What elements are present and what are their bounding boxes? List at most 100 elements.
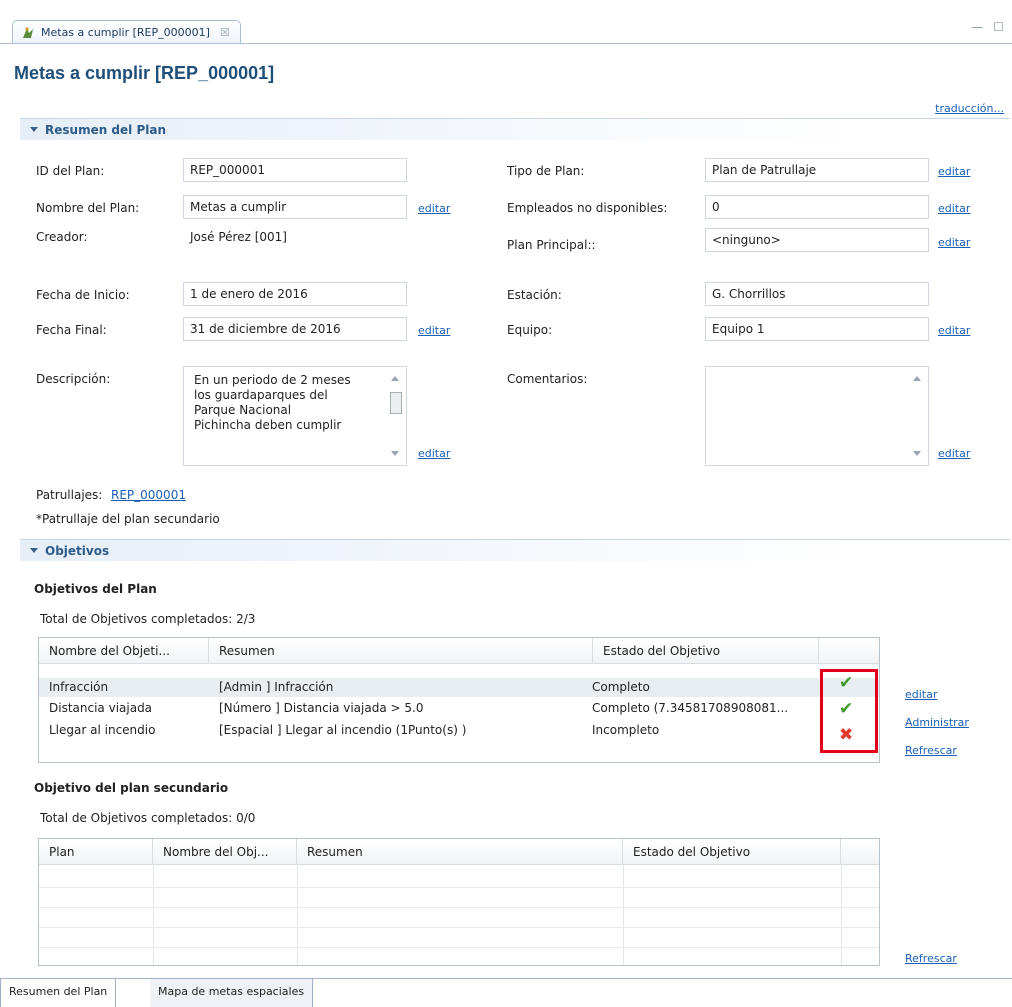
edit-plan-type-link[interactable]: editar [938, 165, 970, 178]
objective-summary: [Número ] Distancia viajada > 5.0 [219, 701, 424, 715]
plan-type-label: Tipo de Plan: [507, 164, 585, 178]
page-title: Metas a cumplir [REP_000001] [14, 63, 275, 83]
edit-team-link[interactable]: editar [938, 324, 970, 337]
sub-plan-objectives-total: Total de Objetivos completados: 0/0 [40, 811, 256, 825]
unavailable-employees-label: Empleados no disponibles: [507, 201, 668, 215]
start-date-field[interactable]: 1 de enero de 2016 [183, 282, 407, 306]
column-header-icon [819, 638, 879, 664]
end-date-label: Fecha Final: [36, 323, 107, 337]
section-plan-summary[interactable]: Resumen del Plan [20, 118, 1010, 140]
grid-line [39, 887, 879, 888]
parent-plan-field[interactable]: <ninguno> [705, 228, 929, 252]
comments-textarea[interactable] [705, 366, 929, 466]
column-header-status[interactable]: Estado del Objetivo [593, 638, 819, 664]
objective-status: Completo (7.34581708908081... [592, 701, 789, 715]
edit-dates-link[interactable]: editar [418, 324, 450, 337]
team-field[interactable]: Equipo 1 [705, 317, 929, 341]
plan-objectives-heading: Objetivos del Plan [34, 582, 157, 596]
table-row[interactable]: Infracción [Admin ] Infracción Completo [39, 678, 879, 697]
objective-summary: [Admin ] Infracción [219, 680, 334, 694]
edit-plan-name-link[interactable]: editar [418, 202, 450, 215]
column-header-summary[interactable]: Resumen [297, 839, 623, 865]
description-label: Descripción: [36, 372, 111, 386]
table-header: Nombre del Objeti... Resumen Estado del … [39, 638, 879, 664]
refresh-sub-objectives-link[interactable]: Refrescar [905, 952, 957, 965]
plan-type-field[interactable]: Plan de Patrullaje [705, 158, 929, 182]
description-textarea[interactable]: En un periodo de 2 meses los guardaparqu… [183, 366, 407, 466]
maximize-icon[interactable]: ☐ [993, 20, 1004, 34]
bottom-tab-bar: Resumen del Plan Mapa de metas espaciale… [0, 978, 1012, 1007]
unavailable-employees-field[interactable]: 0 [705, 195, 929, 219]
station-field[interactable]: G. Chorrillos [705, 282, 929, 306]
end-date-field[interactable]: 31 de diciembre de 2016 [183, 317, 407, 341]
start-date-label: Fecha de Inicio: [36, 288, 130, 302]
scroll-down-icon[interactable] [913, 451, 921, 456]
edit-unavailable-link[interactable]: editar [938, 202, 970, 215]
tab-spatial-goals-map[interactable]: Mapa de metas espaciales [150, 979, 314, 1007]
close-icon[interactable]: ☒ [220, 26, 230, 39]
grid-line [841, 865, 842, 965]
minimize-icon[interactable]: — [971, 20, 983, 34]
translation-link[interactable]: traducción... [935, 102, 1004, 115]
patrols-label: Patrullajes: [36, 488, 103, 502]
scroll-up-icon[interactable] [913, 376, 921, 381]
scroll-up-icon[interactable] [391, 376, 399, 381]
objective-status: Completo [592, 680, 650, 694]
scroll-thumb[interactable] [390, 392, 402, 414]
grid-line [153, 865, 154, 965]
sub-plan-objectives-table[interactable]: Plan Nombre del Obj... Resumen Estado de… [38, 838, 880, 966]
check-icon: ✔ [839, 699, 854, 719]
station-label: Estación: [507, 288, 562, 302]
collapse-icon [30, 127, 38, 132]
collapse-icon [30, 548, 38, 553]
editor-tab[interactable]: Metas a cumplir [REP_000001] ☒ [12, 20, 241, 44]
sub-plan-objectives-heading: Objetivo del plan secundario [34, 781, 229, 795]
objective-summary: [Espacial ] Llegar al incendio (1Punto(s… [219, 723, 467, 737]
manage-objectives-link[interactable]: Administrar [905, 716, 969, 729]
objective-name: Distancia viajada [49, 701, 153, 715]
table-row[interactable]: Llegar al incendio [Espacial ] Llegar al… [39, 721, 879, 740]
section-objectives[interactable]: Objetivos [20, 539, 1010, 561]
edit-description-link[interactable]: editar [418, 447, 450, 460]
creator-label: Creador: [36, 230, 88, 244]
column-header-name[interactable]: Nombre del Obj... [153, 839, 297, 865]
check-icon: ✔ [839, 673, 854, 693]
grid-line [297, 865, 298, 965]
edit-objectives-link[interactable]: editar [905, 688, 937, 701]
tab-plan-summary[interactable]: Resumen del Plan [0, 979, 117, 1007]
description-line: Pichincha deben cumplir [194, 418, 342, 432]
table-row[interactable]: Distancia viajada [Número ] Distancia vi… [39, 699, 879, 718]
patrols-note: *Patrullaje del plan secundario [36, 512, 220, 526]
editor-tab-label: Metas a cumplir [REP_000001] [41, 26, 210, 39]
plan-name-field[interactable]: Metas a cumplir [183, 195, 407, 219]
column-header-plan[interactable]: Plan [39, 839, 153, 865]
editor-tab-strip: Metas a cumplir [REP_000001] ☒ — ☐ [0, 0, 1012, 44]
refresh-objectives-link[interactable]: Refrescar [905, 744, 957, 757]
column-header-icon [841, 839, 879, 865]
creator-value: José Pérez [001] [190, 230, 287, 244]
objective-name: Infracción [49, 680, 109, 694]
description-line: En un periodo de 2 meses [194, 373, 351, 387]
table-header: Plan Nombre del Obj... Resumen Estado de… [39, 839, 879, 865]
edit-parent-plan-link[interactable]: editar [938, 236, 970, 249]
plan-objectives-total: Total de Objetivos completados: 2/3 [40, 612, 256, 626]
patrol-link[interactable]: REP_000001 [111, 488, 186, 502]
objective-name: Llegar al incendio [49, 723, 156, 737]
column-header-status[interactable]: Estado del Objetivo [623, 839, 841, 865]
plan-objectives-table[interactable]: Nombre del Objeti... Resumen Estado del … [38, 637, 880, 763]
plan-icon [21, 26, 35, 40]
cross-icon: ✖ [839, 725, 854, 745]
description-scrollbar[interactable] [388, 370, 404, 462]
plan-name-label: Nombre del Plan: [36, 201, 140, 215]
edit-comments-link[interactable]: editar [938, 447, 970, 460]
scroll-down-icon[interactable] [391, 451, 399, 456]
grid-line [39, 907, 879, 908]
section-objectives-title: Objetivos [45, 543, 110, 558]
column-header-name[interactable]: Nombre del Objeti... [39, 638, 209, 664]
comments-scrollbar[interactable] [910, 370, 926, 462]
team-label: Equipo: [507, 323, 553, 337]
description-line: Parque Nacional [194, 403, 292, 417]
parent-plan-label: Plan Principal:: [507, 238, 596, 252]
plan-id-field[interactable]: REP_000001 [183, 158, 407, 182]
column-header-summary[interactable]: Resumen [209, 638, 593, 664]
